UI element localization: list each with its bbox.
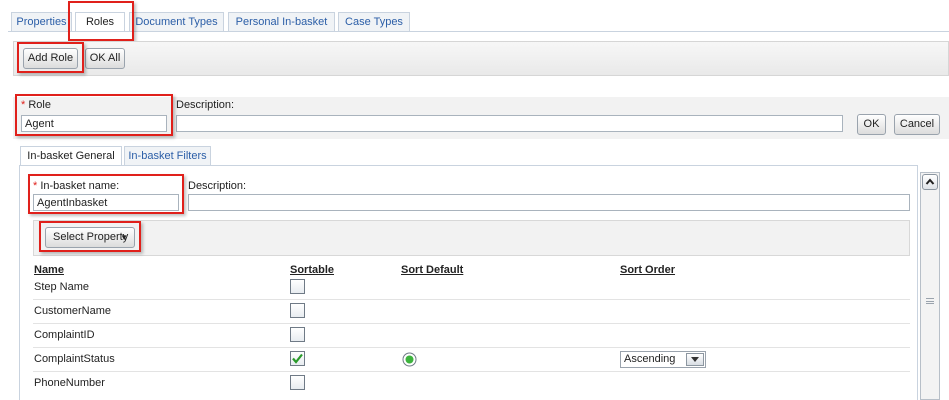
roles-toolbar — [13, 41, 949, 76]
column-header-sortable[interactable]: Sortable — [290, 264, 334, 276]
ok-all-button[interactable]: OK All — [85, 48, 125, 69]
inbasket-description-label: Description: — [188, 180, 247, 192]
table-row: PhoneNumber — [33, 372, 910, 396]
tab-inbasket-general[interactable]: In-basket General — [20, 146, 122, 166]
tab-properties[interactable]: Properties — [11, 12, 72, 31]
grip-icon[interactable] — [926, 298, 934, 304]
role-description-label: Description: — [176, 99, 235, 111]
column-header-sort-default[interactable]: Sort Default — [401, 264, 463, 276]
sortable-checkbox[interactable] — [290, 351, 305, 366]
highlight-role-field — [15, 94, 173, 136]
sortable-checkbox[interactable] — [290, 327, 305, 342]
tab-underline — [8, 31, 949, 32]
row-name: ComplaintID — [34, 329, 95, 341]
row-name: ComplaintStatus — [34, 353, 115, 365]
sortable-checkbox[interactable] — [290, 375, 305, 390]
table-row: ComplaintID — [33, 324, 910, 348]
cancel-button[interactable]: Cancel — [894, 114, 940, 135]
sort-order-select[interactable]: Ascending — [620, 351, 706, 368]
row-name: CustomerName — [34, 305, 112, 317]
column-header-name[interactable]: Name — [34, 264, 64, 276]
tab-case-types[interactable]: Case Types — [338, 12, 410, 31]
sortable-checkbox[interactable] — [290, 279, 305, 294]
ok-button[interactable]: OK — [857, 114, 886, 135]
highlight-select-property — [39, 221, 141, 252]
sort-order-value: Ascending — [624, 353, 676, 365]
table-row: CustomerName — [33, 300, 910, 324]
radio-selected-icon[interactable] — [402, 352, 417, 367]
tab-personal-inbasket[interactable]: Personal In-basket — [228, 12, 335, 31]
check-icon — [292, 353, 303, 364]
chevron-up-icon[interactable] — [922, 174, 938, 190]
inbasket-description-input[interactable] — [188, 194, 910, 211]
tab-inbasket-filters[interactable]: In-basket Filters — [124, 146, 211, 165]
row-name: Step Name — [34, 281, 90, 293]
row-name: PhoneNumber — [34, 377, 105, 389]
property-toolbar — [33, 220, 910, 256]
tab-document-types[interactable]: Document Types — [129, 12, 224, 31]
table-row: ComplaintStatus Ascending — [33, 348, 910, 372]
role-description-input[interactable] — [176, 115, 843, 132]
highlight-roles-tab — [68, 1, 134, 41]
highlight-add-role — [17, 42, 84, 73]
highlight-inbasket-name — [28, 174, 184, 214]
chevron-down-icon — [686, 353, 704, 366]
column-header-sort-order[interactable]: Sort Order — [620, 264, 675, 276]
sortable-checkbox[interactable] — [290, 303, 305, 318]
vertical-scrollbar[interactable] — [920, 172, 940, 400]
table-row: Step Name — [33, 276, 910, 300]
